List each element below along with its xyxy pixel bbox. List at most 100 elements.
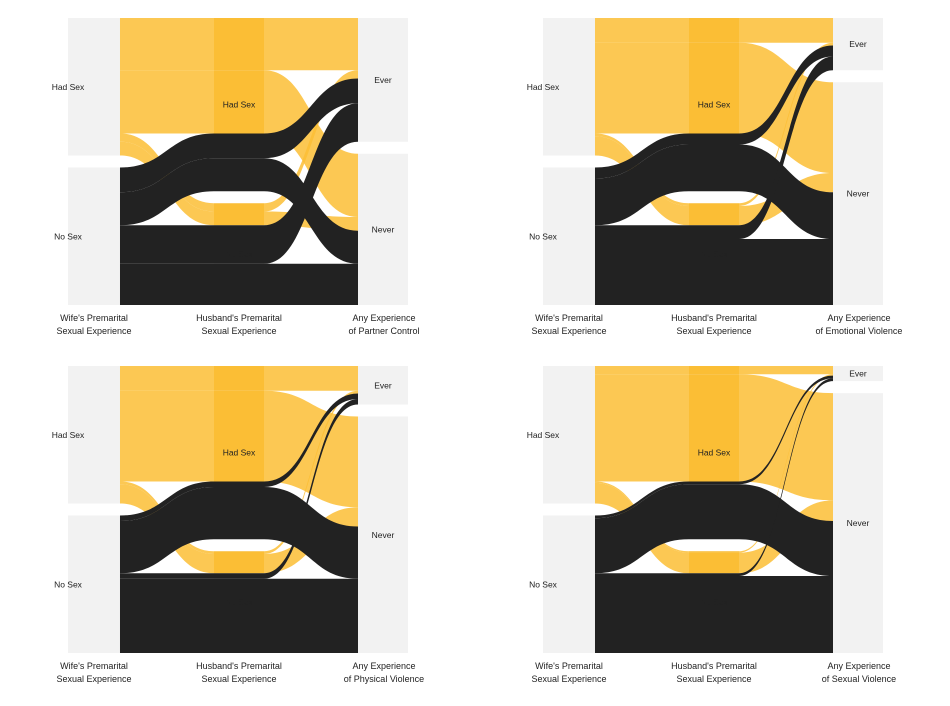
node-label: Had Sex xyxy=(527,82,560,92)
flow-ribbon xyxy=(739,239,833,305)
stage-caption-wife: Wife's Premarital Sexual Experience xyxy=(509,660,629,686)
node-label: Had Sex xyxy=(698,448,731,458)
flow-pass-segment xyxy=(214,158,264,191)
node-label: Ever xyxy=(374,380,392,390)
flow-ribbon xyxy=(120,70,214,133)
flow-pass-segment xyxy=(689,206,739,225)
stage-caption-outcome: Any Experience of Physical Violence xyxy=(324,660,444,686)
stage-caption-husband: Husband's Premarital Sexual Experience xyxy=(179,312,299,338)
flow-pass-segment xyxy=(689,551,739,552)
flow-pass-segment xyxy=(214,212,264,226)
flow-pass-segment xyxy=(689,482,739,485)
flow-pass-segment xyxy=(689,18,739,43)
ribbon-layer xyxy=(120,18,358,305)
node-label: Ever xyxy=(374,75,392,85)
node-label: Never xyxy=(372,530,395,540)
flow-ribbon xyxy=(120,225,214,264)
flow-pass-segment xyxy=(214,573,264,579)
flow-ribbon xyxy=(739,18,833,43)
ribbon-layer xyxy=(595,18,833,305)
node-label: Had Sex xyxy=(527,430,560,440)
sankey-svg-sexual-violence: Had Sex No Sex Had Sex No Sex Ever Never xyxy=(481,360,901,650)
flow-pass-segment xyxy=(689,134,739,145)
flow-ribbon xyxy=(120,366,214,391)
stage-caption-outcome: Any Experience of Partner Control xyxy=(324,312,444,338)
sankey-panel-emotional-violence: Had Sex No Sex Had Sex No Sex Ever Never Wife… xyxy=(481,12,901,358)
sankey-panel-sexual-violence: Had Sex No Sex Had Sex No Sex Ever Never Wife… xyxy=(481,360,901,706)
flow-ribbon xyxy=(739,374,833,500)
node-label: Had Sex xyxy=(698,100,731,110)
stage-caption-wife: Wife's Premarital Sexual Experience xyxy=(509,312,629,338)
node-label: Had Sex xyxy=(52,430,85,440)
flow-ribbon xyxy=(264,366,358,391)
flow-ribbon xyxy=(739,366,833,374)
stage-caption-wife: Wife's Premarital Sexual Experience xyxy=(34,660,154,686)
node-label: Had Sex xyxy=(223,448,256,458)
flow-pass-segment xyxy=(689,576,739,653)
node-label: No Sex xyxy=(700,249,729,259)
sankey-svg-physical-violence: Had Sex No Sex Had Sex No Sex Ever Never xyxy=(6,360,426,650)
node-label: No Sex xyxy=(225,597,254,607)
flow-ribbon xyxy=(595,576,689,653)
flow-pass-segment xyxy=(689,225,739,239)
node-label: No Sex xyxy=(54,579,83,589)
flow-ribbon xyxy=(595,43,689,134)
flow-pass-segment xyxy=(214,18,264,70)
flow-ribbon xyxy=(120,264,214,305)
stage-caption-outcome: Any Experience of Emotional Violence xyxy=(799,312,919,338)
flow-pass-segment xyxy=(689,484,739,539)
flow-ribbon xyxy=(739,576,833,653)
flow-pass-segment xyxy=(689,573,739,576)
node-label: No Sex xyxy=(225,249,254,259)
node-label: No Sex xyxy=(54,231,83,241)
stage-caption-husband: Husband's Premarital Sexual Experience xyxy=(179,660,299,686)
node-label: No Sex xyxy=(529,579,558,589)
flow-ribbon xyxy=(595,239,689,305)
node-label: Never xyxy=(847,518,870,528)
node-label: Had Sex xyxy=(52,82,85,92)
flow-ribbon xyxy=(264,18,358,70)
flow-pass-segment xyxy=(214,482,264,488)
flow-pass-segment xyxy=(214,203,264,211)
flow-ribbon xyxy=(264,579,358,653)
sankey-panel-partner-control: Had Sex No Sex Had Sex No Sex Ever Never Wife… xyxy=(6,12,426,358)
flow-ribbon xyxy=(120,579,214,653)
node-label: No Sex xyxy=(700,597,729,607)
node-label: Never xyxy=(372,224,395,234)
flow-pass-segment xyxy=(214,391,264,482)
sankey-svg-emotional-violence: Had Sex No Sex Had Sex No Sex Ever Never xyxy=(481,12,901,302)
node-label: Had Sex xyxy=(223,100,256,110)
flow-pass-segment xyxy=(689,43,739,134)
flow-pass-segment xyxy=(689,145,739,192)
flow-pass-segment xyxy=(689,366,739,374)
ribbon-layer xyxy=(595,366,833,653)
flow-ribbon xyxy=(595,374,689,481)
stage-caption-outcome: Any Experience of Sexual Violence xyxy=(799,660,919,686)
flow-pass-segment xyxy=(214,551,264,554)
flow-pass-segment xyxy=(689,374,739,481)
flow-ribbon xyxy=(595,366,689,374)
flow-ribbon xyxy=(120,18,214,70)
stage-caption-wife: Wife's Premarital Sexual Experience xyxy=(34,312,154,338)
flow-ribbon xyxy=(595,225,689,239)
node-label: Never xyxy=(847,189,870,199)
flow-pass-segment xyxy=(689,553,739,574)
ribbon-layer xyxy=(120,366,358,653)
node-label: Ever xyxy=(849,39,867,49)
flow-ribbon xyxy=(120,391,214,482)
flow-pass-segment xyxy=(689,203,739,206)
node-label: Ever xyxy=(849,369,867,379)
stage-caption-husband: Husband's Premarital Sexual Experience xyxy=(654,660,774,686)
flow-ribbon xyxy=(595,18,689,43)
flow-pass-segment xyxy=(214,134,264,159)
flow-pass-segment xyxy=(214,366,264,391)
flow-pass-segment xyxy=(214,579,264,653)
flow-pass-segment xyxy=(214,554,264,573)
flow-pass-segment xyxy=(214,487,264,539)
flow-ribbon xyxy=(595,573,689,576)
sankey-panel-physical-violence: Had Sex No Sex Had Sex No Sex Ever Never Wife… xyxy=(6,360,426,706)
node-label: No Sex xyxy=(529,231,558,241)
stage-caption-husband: Husband's Premarital Sexual Experience xyxy=(654,312,774,338)
flow-pass-segment xyxy=(214,264,264,305)
sankey-svg-partner-control: Had Sex No Sex Had Sex No Sex Ever Never xyxy=(6,12,426,302)
